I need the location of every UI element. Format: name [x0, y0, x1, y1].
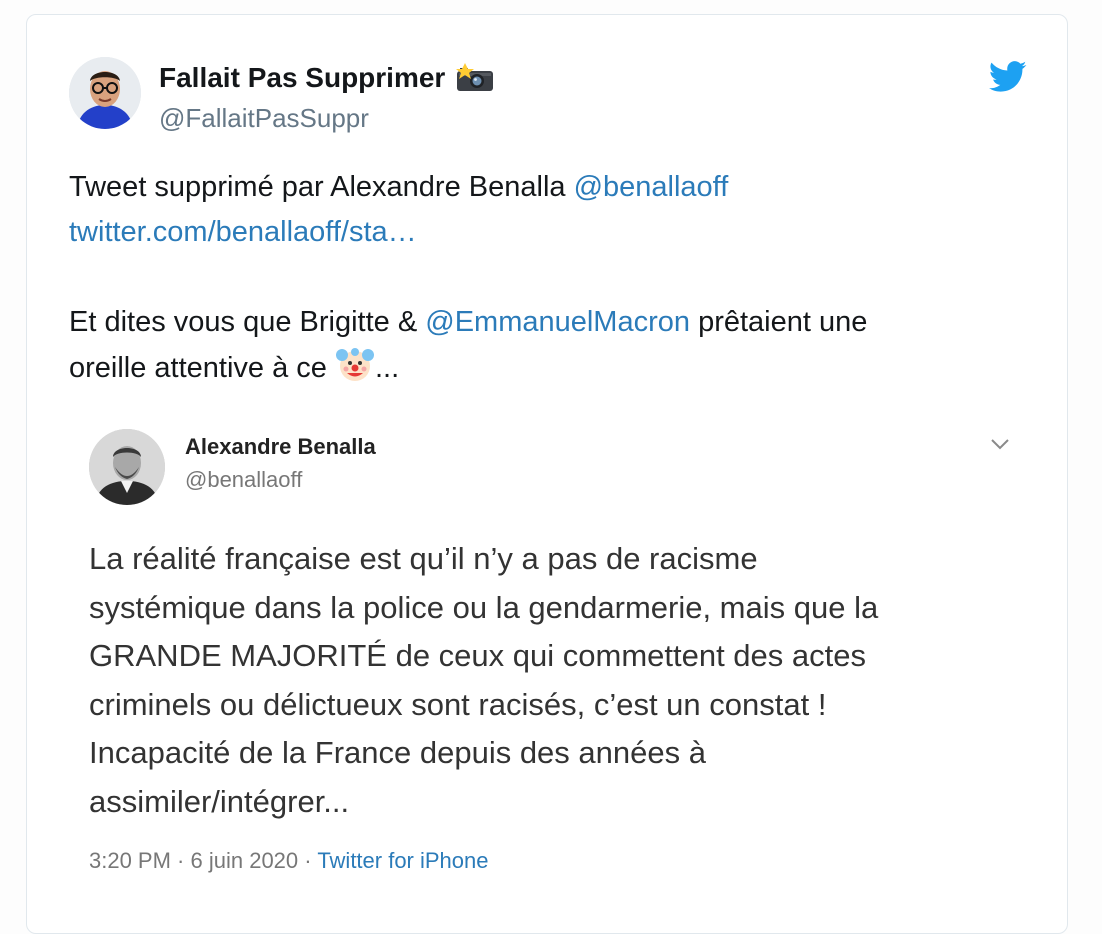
tweet-text-segment: Tweet supprimé par Alexandre Benalla	[69, 171, 574, 203]
quoted-tweet-line: La réalité française est qu’il n’y a pas…	[89, 541, 758, 576]
tweet-body: Tweet supprimé par Alexandre Benalla @be…	[69, 165, 1029, 391]
quoted-tweet-date: 6 juin 2020	[190, 848, 299, 873]
tweet-text-segment: ...	[374, 352, 400, 384]
meta-separator: ·	[170, 848, 191, 873]
mention-benallaoff-link[interactable]: @benallaoff	[574, 171, 729, 203]
twitter-bird-icon[interactable]	[989, 61, 1027, 93]
tweet-line-1: Tweet supprimé par Alexandre Benalla @be…	[69, 165, 1029, 210]
tweet-line-3: Et dites vous que Brigitte & @EmmanuelMa…	[69, 300, 1029, 345]
tweet-text-segment: prêtaient une	[690, 306, 868, 338]
quoted-tweet-line: systémique dans la police ou la gendarme…	[89, 589, 879, 625]
tweet-line-2: twitter.com/benallaoff/sta…	[69, 210, 1029, 255]
quoted-tweet-line: criminels ou délictueux sont racisés, c’…	[89, 686, 827, 722]
quoted-tweet-meta: 3:20 PM · 6 juin 2020 · Twitter for iPho…	[89, 848, 489, 874]
author-name-text: Fallait Pas Supprimer	[159, 62, 446, 93]
quoted-tweet-body: La réalité française est qu’il n’y a pas…	[89, 535, 1009, 826]
quoted-tweet-line: assimiler/intégrer...	[89, 783, 350, 819]
quoted-tweet-url-link[interactable]: twitter.com/benallaoff/sta…	[69, 216, 417, 248]
tweet-text-segment: oreille attentive à ce	[69, 352, 335, 384]
tweet-card: Fallait Pas Supprimer @FallaitPasSuppr T…	[26, 14, 1068, 934]
tweet-line-4: oreille attentive à ce ...	[69, 345, 1029, 391]
chevron-down-icon	[989, 437, 1011, 451]
clown-face-icon	[335, 345, 375, 385]
quoted-tweet-source: Twitter for iPhone	[317, 848, 489, 873]
tweet-text-segment: Et dites vous que Brigitte &	[69, 306, 426, 338]
mention-emmanuelmacron-link[interactable]: @EmmanuelMacron	[425, 306, 690, 338]
quoted-tweet-line: GRANDE MAJORITÉ de ceux qui commettent d…	[89, 638, 866, 673]
quoted-author-name: Alexandre Benalla	[185, 434, 376, 459]
quoted-author-avatar	[89, 429, 165, 505]
quoted-author-handle: @benallaoff	[185, 467, 303, 492]
quoted-tweet-time: 3:20 PM	[89, 848, 171, 873]
quoted-tweet-line: Incapacité de la France depuis des année…	[89, 735, 706, 770]
author-avatar[interactable]	[69, 57, 141, 129]
author-handle[interactable]: @FallaitPasSuppr	[159, 103, 369, 134]
author-name[interactable]: Fallait Pas Supprimer	[159, 62, 495, 94]
meta-separator: ·	[298, 848, 318, 873]
camera-with-flash-icon	[455, 63, 495, 93]
